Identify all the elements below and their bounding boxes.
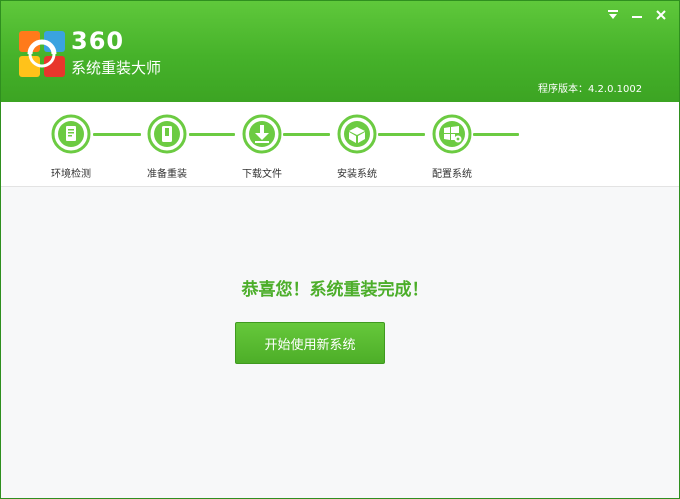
step-connector (378, 133, 425, 136)
brand-name: 系统重装大师 (71, 59, 162, 77)
brand-number: 360 (71, 27, 125, 55)
close-icon[interactable] (653, 7, 669, 23)
document-check-icon (51, 114, 91, 154)
step-label: 准备重装 (147, 169, 187, 180)
header: 360 系统重装大师 程序版本：4.2.0.1002 (1, 1, 679, 102)
windows-gear-icon (432, 114, 472, 154)
device-icon (147, 114, 187, 154)
window-controls (605, 7, 669, 23)
main-content: 恭喜您！系统重装完成！ 开始使用新系统 (1, 187, 679, 498)
download-icon (242, 114, 282, 154)
installer-window: 360 系统重装大师 程序版本：4.2.0.1002 环境检测 准备重装 下载文… (0, 0, 680, 499)
step-label: 配置系统 (432, 169, 472, 180)
start-new-system-button[interactable]: 开始使用新系统 (235, 322, 385, 364)
version-text: 程序版本：4.2.0.1002 (538, 84, 643, 95)
step-label: 安装系统 (337, 169, 377, 180)
menu-icon[interactable] (605, 7, 621, 23)
minimize-icon[interactable] (629, 7, 645, 23)
step-connector (473, 133, 519, 136)
360-logo-icon (19, 31, 65, 77)
step-connector (189, 133, 235, 136)
install-box-icon (337, 114, 377, 154)
step-connector (283, 133, 330, 136)
step-label: 环境检测 (51, 169, 91, 180)
step-label: 下载文件 (242, 169, 282, 180)
success-message: 恭喜您！系统重装完成！ (241, 280, 429, 300)
step-connector (93, 133, 141, 136)
progress-steps: 环境检测 准备重装 下载文件 安装系统 配置系统 (1, 102, 679, 187)
